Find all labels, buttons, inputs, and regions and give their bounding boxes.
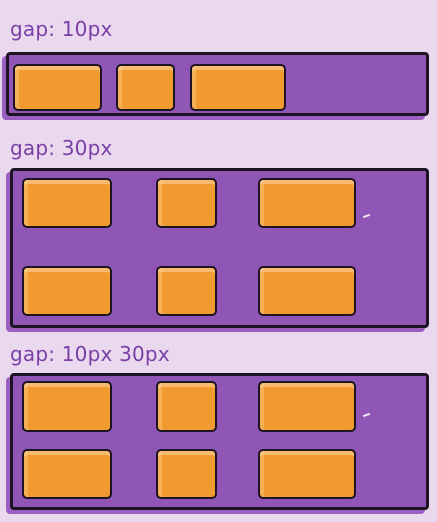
flex-container-gap-10-30 [10,373,429,510]
flex-item-1 [22,178,112,228]
flex-item-4 [22,449,112,499]
flex-item-1 [22,381,112,432]
flex-item-6 [258,449,356,499]
flex-item-5 [156,449,217,499]
sketch-mark [362,412,371,418]
section-label-gap-10-30: gap: 10px 30px [10,342,170,366]
flex-item-2 [116,64,175,111]
flex-item-5 [156,266,217,316]
flex-item-2 [156,178,217,228]
flex-item-1 [13,64,102,111]
flex-container-gap-30 [10,168,429,328]
sketch-mark [362,213,371,219]
flex-item-3 [190,64,286,111]
flex-item-4 [22,266,112,316]
flex-item-3 [258,381,356,432]
section-label-gap-10: gap: 10px [10,17,113,41]
flex-item-2 [156,381,217,432]
flex-item-3 [258,178,356,228]
section-label-gap-30: gap: 30px [10,136,113,160]
flex-container-gap-10 [6,52,429,116]
flex-item-6 [258,266,356,316]
